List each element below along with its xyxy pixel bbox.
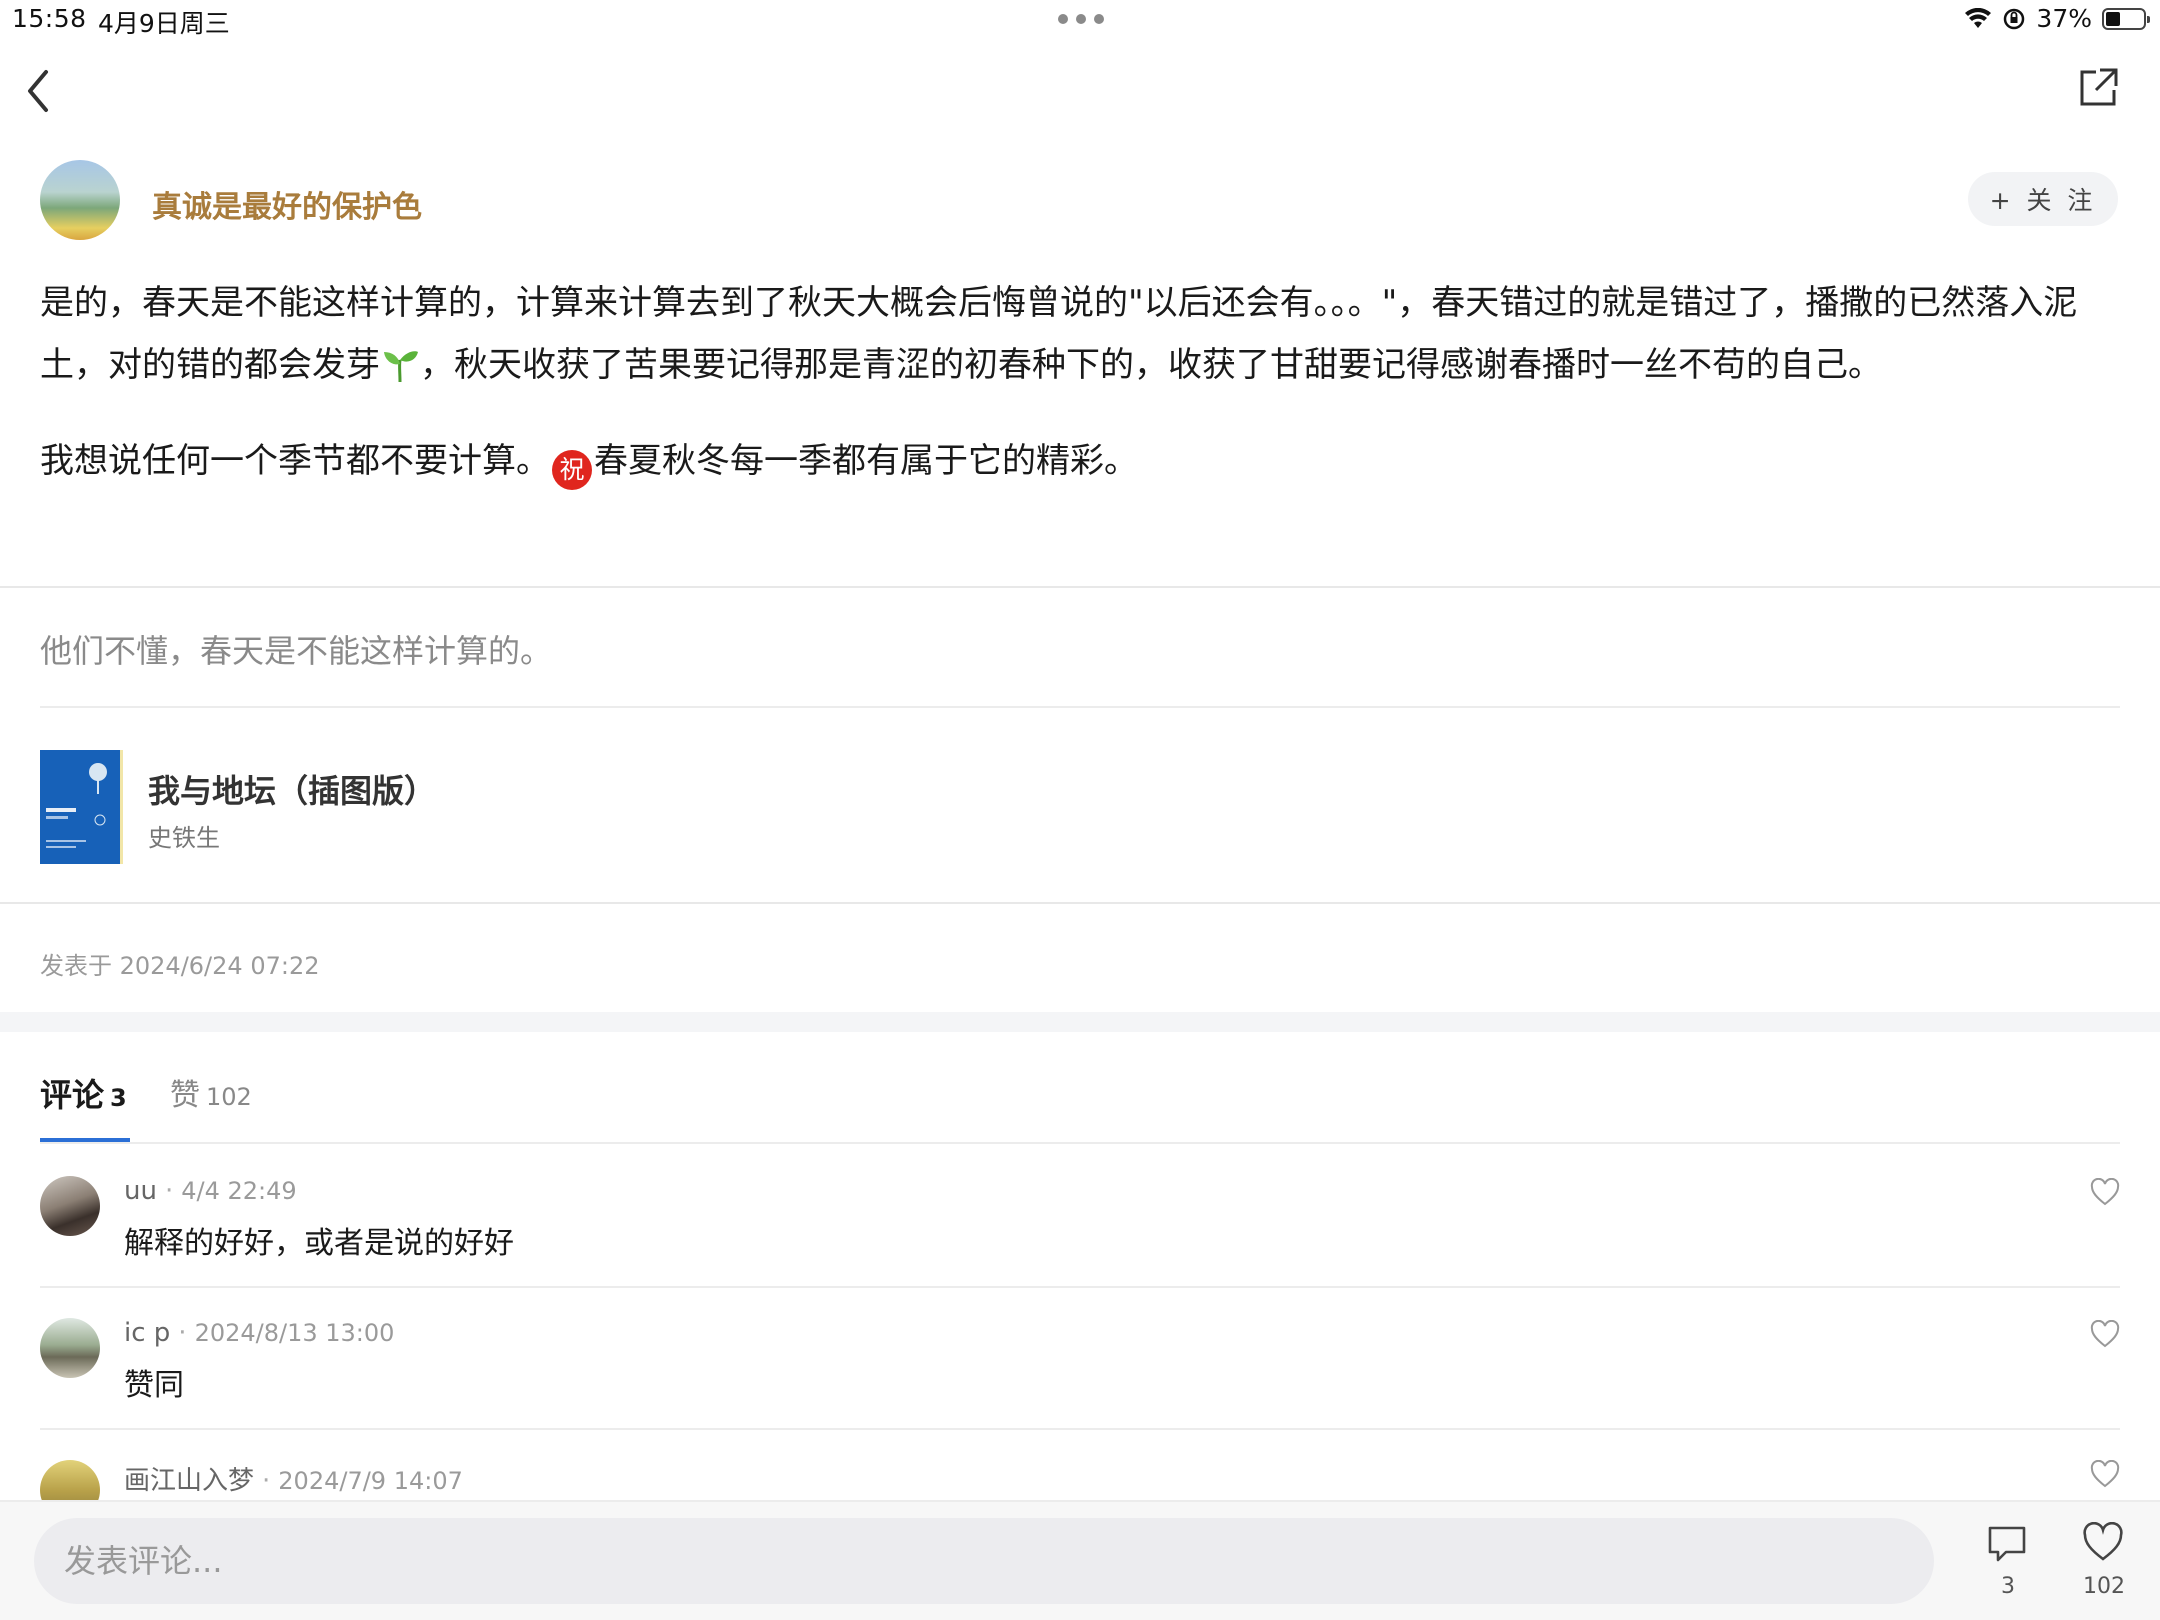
author-avatar[interactable] xyxy=(40,160,120,240)
book-author: 史铁生 xyxy=(148,824,220,852)
divider xyxy=(0,902,2160,904)
tab-comments-label: 评论 xyxy=(40,1076,105,1114)
comment-input[interactable] xyxy=(34,1518,1934,1604)
seedling-icon xyxy=(384,351,418,383)
wifi-icon xyxy=(1965,7,1992,28)
post-body: 是的，春天是不能这样计算的，计算来计算去到了秋天大概会后悔曾说的"以后还会有。。… xyxy=(40,272,2130,492)
congrats-emoji-icon: 祝 xyxy=(552,450,592,490)
like-heart-icon[interactable] xyxy=(2090,1460,2120,1488)
commenter-name[interactable]: uu xyxy=(124,1176,157,1206)
commenter-name[interactable]: 画江山入梦 xyxy=(124,1466,254,1496)
comment-time: 2024/8/13 13:00 xyxy=(194,1319,395,1347)
tab-likes[interactable]: 赞 102 xyxy=(170,1070,252,1114)
share-icon[interactable] xyxy=(2076,66,2120,110)
section-separator xyxy=(0,1012,2160,1032)
comment-meta: uu · 4/4 22:49 xyxy=(124,1176,297,1206)
status-time: 15:58 xyxy=(12,4,87,33)
tab-likes-count: 102 xyxy=(206,1083,252,1111)
post-text: 春夏秋冬每一季都有属于它的精彩。 xyxy=(594,441,1138,481)
divider xyxy=(40,1142,2120,1144)
post-text: 我想说任何一个季节都不要计算。 xyxy=(40,441,550,481)
comment-icon[interactable] xyxy=(1986,1524,2028,1564)
battery-percent: 37% xyxy=(2036,4,2092,33)
comment-count: 3 xyxy=(2001,1574,2015,1599)
like-count: 102 xyxy=(2083,1574,2125,1599)
tab-comments-count: 3 xyxy=(110,1084,127,1112)
commenter-avatar[interactable] xyxy=(40,1176,100,1236)
tab-comments[interactable]: 评论 3 xyxy=(40,1070,127,1116)
back-icon[interactable] xyxy=(22,66,58,116)
multitasking-dots-icon[interactable] xyxy=(1058,14,1104,24)
comment-text: 解释的好好，或者是说的好好 xyxy=(124,1226,514,1261)
divider xyxy=(40,1428,2120,1430)
book-cover[interactable] xyxy=(40,750,120,864)
divider xyxy=(0,586,2160,588)
like-heart-icon[interactable] xyxy=(2090,1178,2120,1206)
commenter-name[interactable]: ic p xyxy=(124,1318,170,1348)
rotation-lock-icon xyxy=(2004,8,2025,29)
comment-time: 2024/7/9 14:07 xyxy=(278,1467,463,1495)
commenter-avatar[interactable] xyxy=(40,1318,100,1378)
divider xyxy=(40,1286,2120,1288)
post-paragraph-1: 是的，春天是不能这样计算的，计算来计算去到了秋天大概会后悔曾说的"以后还会有。。… xyxy=(40,272,2130,396)
like-icon[interactable] xyxy=(2082,1522,2124,1562)
status-date: 4月9日周三 xyxy=(98,9,230,38)
status-indicators: 37% xyxy=(1964,4,2150,33)
comment-time: 4/4 22:49 xyxy=(181,1177,297,1205)
tab-likes-label: 赞 xyxy=(170,1078,200,1113)
comment-text: 赞同 xyxy=(124,1368,184,1403)
author-name[interactable]: 真诚是最好的保护色 xyxy=(152,182,422,226)
post-paragraph-2: 我想说任何一个季节都不要计算。祝春夏秋冬每一季都有属于它的精彩。 xyxy=(40,430,2130,492)
comment-meta: ic p · 2024/8/13 13:00 xyxy=(124,1318,395,1348)
book-title[interactable]: 我与地坛（插图版） xyxy=(148,766,436,812)
follow-button[interactable]: + 关 注 xyxy=(1968,172,2118,226)
post-text: ，秋天收获了苦果要记得那是青涩的初春种下的，收获了甘甜要记得感谢春播时一丝不苟的… xyxy=(420,345,1882,385)
comment-meta: 画江山入梦 · 2024/7/9 14:07 xyxy=(124,1466,463,1496)
divider xyxy=(40,706,2120,708)
quoted-passage[interactable]: 他们不懂，春天是不能这样计算的。 xyxy=(40,626,552,672)
battery-icon xyxy=(2102,7,2150,30)
book-cover-art xyxy=(40,750,120,864)
like-heart-icon[interactable] xyxy=(2090,1320,2120,1348)
post-timestamp: 发表于 2024/6/24 07:22 xyxy=(40,952,320,980)
